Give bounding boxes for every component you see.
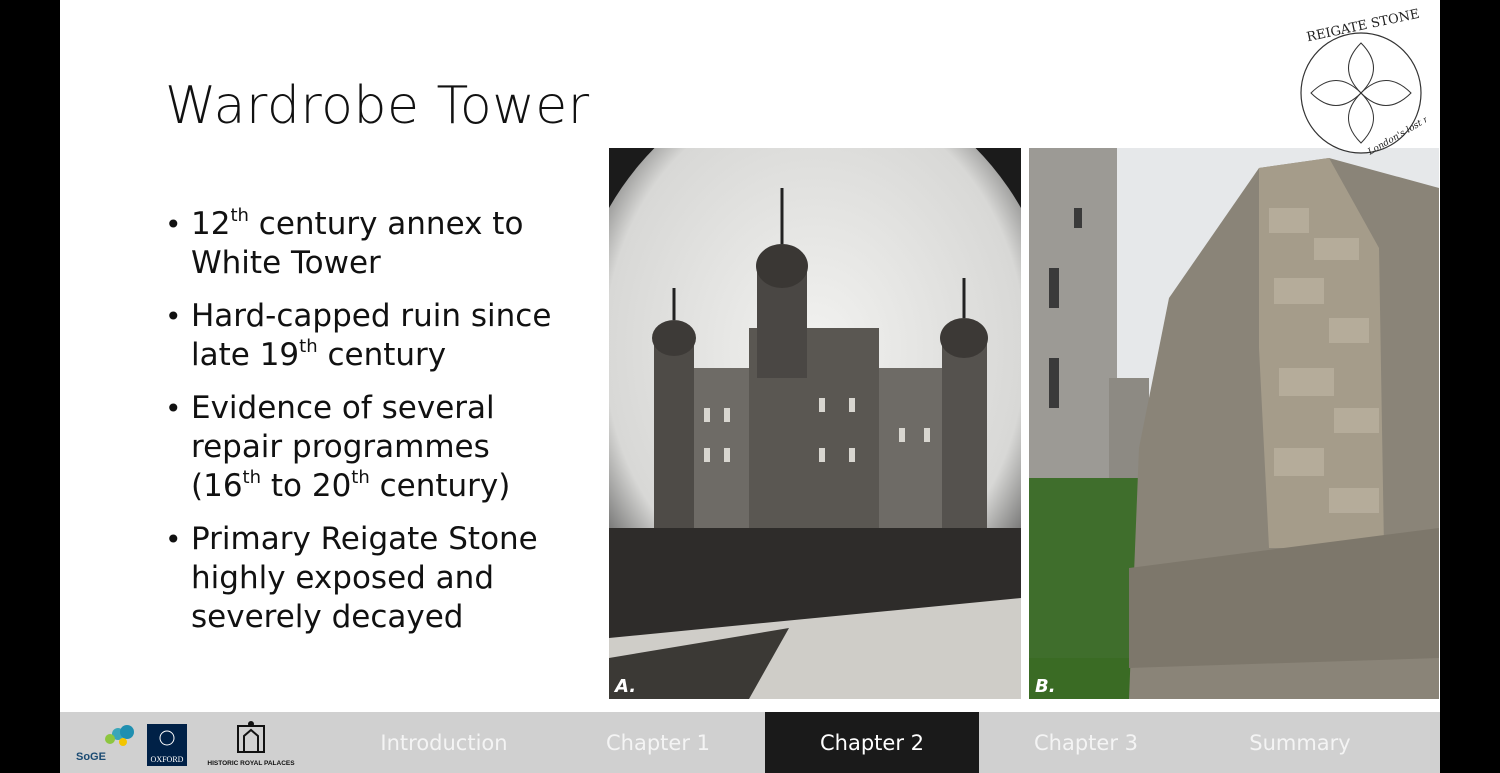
soge-logo: SoGE (76, 751, 106, 763)
slide: Wardrobe Tower 12th century annex to Whi… (60, 0, 1440, 773)
bullet-item: Primary Reigate Stone highly exposed and… (165, 520, 565, 637)
oxford-logo: OXFORD (151, 755, 184, 764)
hrp-logo: HISTORIC ROYAL PALACES (207, 760, 295, 767)
bullet-list: 12th century annex to White Tower Hard-c… (165, 205, 565, 651)
partner-logos: SoGE OXFORD HISTORIC ROYAL PALACES (60, 712, 340, 773)
partner-logos-graphic: SoGE OXFORD HISTORIC ROYAL PALACES (76, 721, 295, 767)
wardrobe-ruin-illustration (1029, 148, 1439, 699)
image-label-b: B. (1035, 676, 1056, 697)
photo-wardrobe-tower-ruin: B. (1029, 148, 1439, 699)
reigate-stone-logo: REIGATE STONE London's lost masonry (1300, 8, 1426, 158)
tab-chapter-1[interactable]: Chapter 1 (551, 712, 765, 773)
slide-title: Wardrobe Tower (165, 76, 590, 136)
nav-bar: SoGE OXFORD HISTORIC ROYAL PALACES Intro… (60, 712, 1440, 773)
tab-introduction[interactable]: Introduction (337, 712, 551, 773)
image-label-a: A. (615, 676, 637, 697)
historic-photo-white-tower: A. (609, 148, 1021, 699)
bullet-item: Hard-capped ruin since late 19th century (165, 297, 565, 375)
bullet-item: 12th century annex to White Tower (165, 205, 565, 283)
bullet-item: Evidence of several repair programmes (1… (165, 389, 565, 506)
tab-chapter-3[interactable]: Chapter 3 (979, 712, 1193, 773)
tab-chapter-2[interactable]: Chapter 2 (765, 712, 979, 773)
white-tower-illustration (609, 148, 1021, 699)
tab-summary[interactable]: Summary (1193, 712, 1407, 773)
